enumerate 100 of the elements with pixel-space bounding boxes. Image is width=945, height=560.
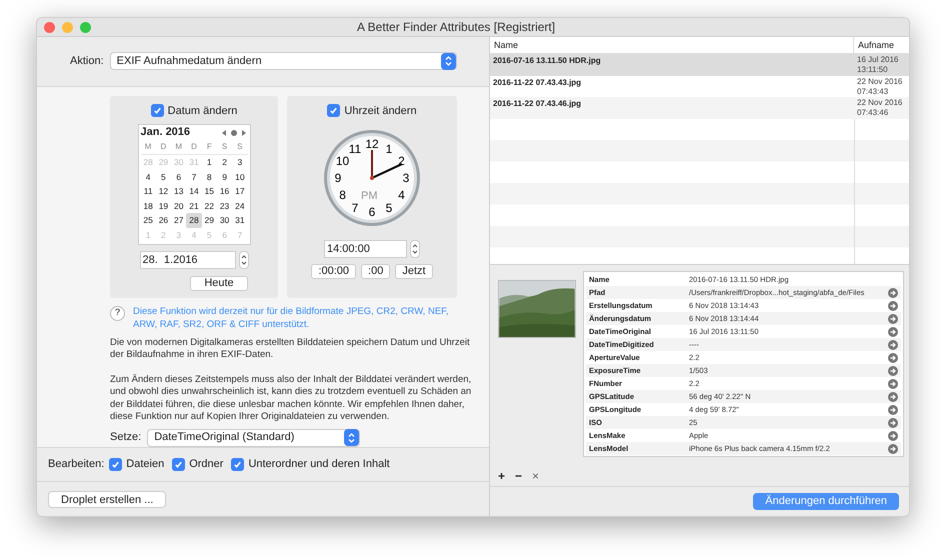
calendar-day[interactable]: 8 <box>202 170 217 184</box>
file-row[interactable]: 2016-07-16 13.11.50 HDR.jpg 16 Jul 2016 13:11:50 <box>490 54 909 76</box>
window-title: A Better Finder Attributes [Registriert] <box>357 19 556 36</box>
month-navigation-icon[interactable] <box>220 128 248 137</box>
checkbox[interactable] <box>327 104 340 118</box>
set-label: Setze: <box>110 430 142 446</box>
time-checkbox-label: Uhrzeit ändern <box>344 104 417 119</box>
checkmark-icon <box>233 460 242 469</box>
arrow-circle-icon[interactable] <box>888 340 898 350</box>
checkmark-icon <box>111 460 120 469</box>
calendar-day[interactable]: 14 <box>186 184 202 199</box>
arrow-circle-icon[interactable] <box>888 378 898 388</box>
checkbox[interactable] <box>231 458 244 471</box>
droplet-button[interactable]: Droplet erstellen ... <box>48 490 166 508</box>
list-tool-button[interactable]: + <box>498 470 506 482</box>
calendar-day[interactable]: 30 <box>216 213 232 228</box>
calendar-day[interactable]: 23 <box>216 198 232 214</box>
calendar-day[interactable]: 11 <box>140 184 156 199</box>
arrow-circle-icon[interactable] <box>888 404 898 414</box>
action-dropdown[interactable]: EXIF Aufnahmedatum ändern <box>110 52 457 70</box>
time-preset-button[interactable]: :00:00 <box>311 264 356 280</box>
calendar-day[interactable]: 7 <box>186 170 202 184</box>
checkmark-icon <box>174 460 184 469</box>
clock-number: 9 <box>334 172 342 184</box>
time-preset-button[interactable]: :00 <box>361 264 390 280</box>
description-paragraph: Zum Ändern dieses Zeitstempels muss also der Inhalt der Bilddatei verändert werden, und obwohl dies unwahrscheinlich ist, kann dies zu trotzdem eventuell zu Schäden an der Bilddatei führen, die diese unlesbar machen könnte. Wir empfehlen Ihnen daher, diese Funktion nur auf Kopien Ihrer Originaldateien zu verwenden. <box>110 374 472 424</box>
file-date: 22 Nov 2016 <box>857 76 902 86</box>
date-checkbox-label: Datum ändern <box>168 104 238 119</box>
file-name: 2016-07-16 13.11.50 HDR.jpg <box>492 55 602 67</box>
arrow-circle-icon[interactable] <box>888 444 898 454</box>
time-preset-button[interactable]: Jetzt <box>395 264 433 280</box>
clock-number: 2 <box>398 155 405 168</box>
arrow-circle-icon[interactable] <box>888 430 898 440</box>
checkbox-label: Dateien <box>126 457 164 472</box>
description-paragraph: Die von modernen Digitalkameras erstellten Bilddateien speichern Datum und Uhrzeit der Bildaufnahme in ihren EXIF-Daten. <box>110 336 471 362</box>
weekday-label: M <box>144 141 152 154</box>
checkbox[interactable] <box>150 104 164 118</box>
clock-number: 5 <box>386 202 392 214</box>
calendar-day[interactable]: 5 <box>156 170 172 184</box>
arrow-circle-icon[interactable] <box>888 366 898 376</box>
arrow-circle-icon[interactable] <box>888 300 898 310</box>
calendar-day[interactable]: 16 <box>216 184 232 199</box>
edit-label: Bearbeiten: <box>48 457 104 472</box>
calendar-day[interactable]: 28 <box>186 213 202 228</box>
set-dropdown[interactable]: DateTimeOriginal (Standard) <box>147 428 360 447</box>
calendar-day[interactable]: 19 <box>156 198 172 214</box>
calendar-day[interactable]: 18 <box>140 198 156 214</box>
date-field[interactable]: 28. 1.2016 <box>140 251 236 270</box>
calendar-day[interactable]: 27 <box>171 213 186 228</box>
list-tool-button[interactable]: × <box>532 470 540 482</box>
arrow-circle-icon[interactable] <box>888 392 898 402</box>
clock-number: 3 <box>402 172 410 184</box>
calendar-day[interactable]: 31 <box>232 213 248 228</box>
arrow-circle-icon[interactable] <box>888 418 898 428</box>
stepper-arrows-icon <box>412 243 418 256</box>
calendar-day[interactable]: 17 <box>232 184 248 199</box>
calendar-day[interactable]: 6 <box>171 170 186 184</box>
stepper[interactable] <box>238 251 248 270</box>
checkbox[interactable] <box>109 458 122 471</box>
calendar-day[interactable]: 13 <box>171 184 186 199</box>
calendar-day[interactable]: 26 <box>156 213 172 228</box>
calendar-day[interactable]: 10 <box>232 170 248 184</box>
close-button[interactable] <box>44 22 55 32</box>
help-button[interactable]: ? <box>110 306 125 321</box>
calendar-day[interactable]: 22 <box>202 198 217 214</box>
calendar-day[interactable]: 29 <box>202 213 217 228</box>
calendar-day[interactable]: 24 <box>232 198 248 214</box>
calendar-day[interactable]: 21 <box>186 198 202 214</box>
arrow-circle-icon[interactable] <box>888 352 898 362</box>
calendar-day[interactable]: 25 <box>140 213 156 228</box>
checkbox[interactable] <box>172 458 186 471</box>
supported-formats-note: Diese Funktion wird derzeit nur für die Bildformate JPEG, CR2, CRW, NEF, ARW, RAF, SR2, ORF & CIFF unterstützt. <box>133 304 450 331</box>
clock-number: 4 <box>398 189 405 202</box>
calendar-day[interactable]: 15 <box>202 184 217 199</box>
stepper[interactable] <box>410 240 420 258</box>
weekday-label: M <box>174 141 184 154</box>
calendar-day[interactable]: 12 <box>156 184 172 199</box>
calendar-day[interactable]: 1 <box>202 155 217 170</box>
file-date: 22 Nov 2016 <box>857 98 902 108</box>
file-time: 13:11:50 <box>857 65 889 75</box>
calendar-day[interactable]: 20 <box>171 198 186 214</box>
calendar-day[interactable]: 2 <box>216 155 232 170</box>
today-button[interactable]: Heute <box>190 276 248 292</box>
calendar-day[interactable]: 3 <box>232 155 248 170</box>
weekday-label: D <box>190 141 198 154</box>
file-name: 2016-11-22 07.43.43.jpg <box>492 76 582 89</box>
list-tool-button[interactable]: − <box>515 470 522 482</box>
column-header[interactable]: Aufname <box>854 37 909 53</box>
file-time: 07:43:43 <box>857 86 890 96</box>
popup-arrows-icon <box>441 52 456 70</box>
arrow-circle-icon[interactable] <box>888 288 898 298</box>
clock-number: 11 <box>348 142 362 155</box>
file-row[interactable]: 2016-11-22 07.43.43.jpg 22 Nov 2016 07:43:43 <box>490 76 909 97</box>
calendar-day[interactable]: 9 <box>216 170 232 184</box>
time-field[interactable]: 14:00:00 <box>324 240 407 258</box>
arrow-circle-icon[interactable] <box>888 326 898 336</box>
checkmark-icon <box>329 106 338 116</box>
column-header[interactable]: Name <box>490 37 854 53</box>
calendar-day[interactable]: 4 <box>140 170 156 184</box>
arrow-circle-icon[interactable] <box>888 314 898 324</box>
